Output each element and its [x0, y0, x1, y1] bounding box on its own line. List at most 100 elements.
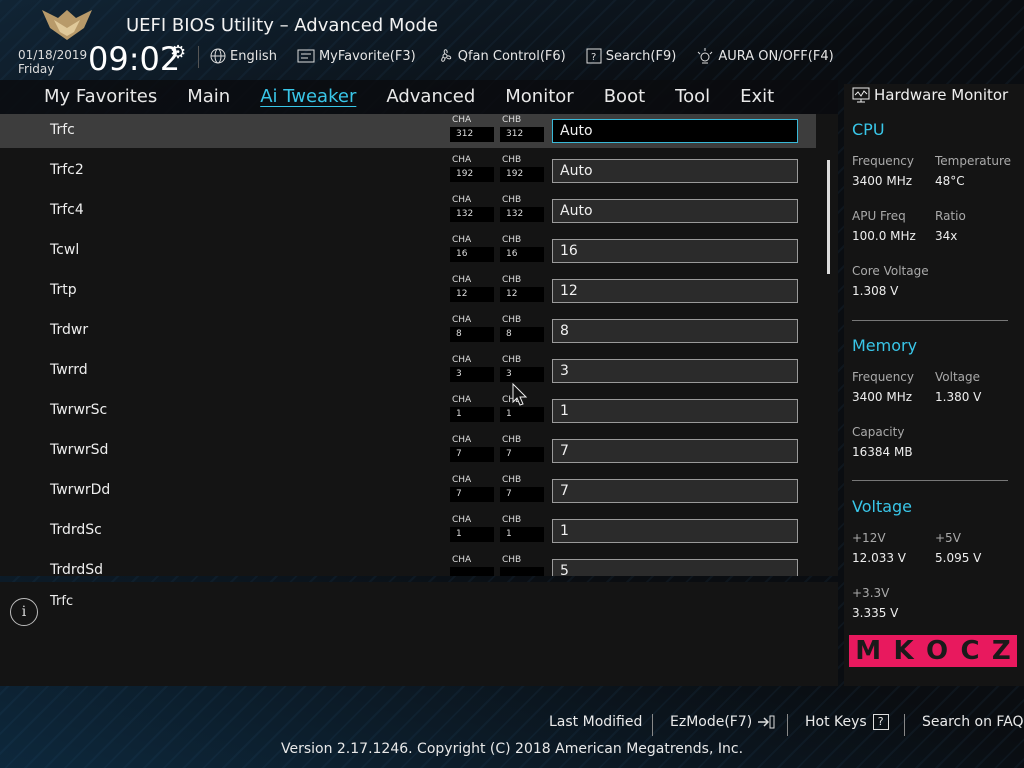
qfan-control-button[interactable]: Qfan Control(F6): [436, 46, 566, 66]
setting-value-field[interactable]: 7: [552, 479, 798, 503]
setting-value-field[interactable]: 5: [552, 559, 798, 576]
setting-row-trtp[interactable]: Trtp CHA 12 CHB 12 12: [0, 274, 816, 308]
setting-row-tcwl[interactable]: Tcwl CHA 16 CHB 16 16: [0, 234, 816, 268]
chb-label: CHB: [502, 155, 522, 165]
date-display: 01/18/2019 Friday: [18, 48, 87, 76]
brand-letter: C: [960, 636, 980, 666]
tab-my-favorites[interactable]: My Favorites: [44, 86, 157, 107]
setting-value-field[interactable]: Auto: [552, 119, 798, 143]
setting-value-field[interactable]: 1: [552, 399, 798, 423]
setting-value-field[interactable]: 12: [552, 279, 798, 303]
language-button[interactable]: English: [210, 46, 277, 66]
search-label: Search(F9): [605, 48, 677, 64]
chb-label: CHB: [502, 315, 522, 325]
setting-row-twrwrsc[interactable]: TwrwrSc CHA 1 CHB 1 1: [0, 394, 816, 428]
brand-letter: M: [855, 636, 882, 666]
cpu-frequency-value: 3400 MHz: [852, 174, 913, 188]
cha-label: CHA: [452, 275, 472, 285]
cha-label: CHA: [452, 515, 472, 525]
cha-readout: CHA 312: [450, 114, 494, 144]
cha-readout: CHA 7: [450, 474, 494, 504]
tab-advanced[interactable]: Advanced: [386, 86, 475, 107]
cha-readout: CHA 192: [450, 154, 494, 184]
brand-letter: Z: [991, 636, 1011, 666]
tab-monitor[interactable]: Monitor: [505, 86, 573, 107]
search-button[interactable]: ? Search(F9): [586, 46, 677, 66]
cha-label: CHA: [452, 435, 472, 445]
setting-row-trdrdsd[interactable]: TrdrdSd CHA CHB 5: [0, 554, 816, 576]
cha-value: 7: [450, 487, 494, 502]
setting-row-trfc4[interactable]: Trfc4 CHA 132 CHB 132 Auto: [0, 194, 816, 228]
setting-value-field[interactable]: 16: [552, 239, 798, 263]
setting-name: Trfc2: [50, 162, 84, 178]
tab-boot[interactable]: Boot: [604, 86, 645, 107]
setting-row-trfc[interactable]: Trfc CHA 312 CHB 312 Auto: [0, 114, 816, 148]
help-panel: i Trfc: [0, 582, 838, 686]
setting-value-field[interactable]: Auto: [552, 159, 798, 183]
cha-readout: CHA 1: [450, 394, 494, 424]
ratio-label: Ratio: [935, 209, 966, 223]
ezmode-button[interactable]: EzMode(F7): [670, 714, 776, 730]
v12-value: 12.033 V: [852, 551, 907, 565]
tab-tool[interactable]: Tool: [675, 86, 710, 107]
hot-keys-label: Hot Keys: [805, 714, 867, 730]
cha-value: 7: [450, 447, 494, 462]
setting-name: TwrwrSd: [50, 442, 109, 458]
cha-label: CHA: [452, 115, 472, 125]
aura-button[interactable]: AURA ON/OFF(F4): [696, 46, 834, 66]
setting-row-trfc2[interactable]: Trfc2 CHA 192 CHB 192 Auto: [0, 154, 816, 188]
setting-row-twrwrsd[interactable]: TwrwrSd CHA 7 CHB 7 7: [0, 434, 816, 468]
v33-label: +3.3V: [852, 586, 890, 600]
chb-value: 8: [500, 327, 544, 342]
tab-main[interactable]: Main: [187, 86, 230, 107]
search-faq-label: Search on FAQ: [922, 714, 1024, 730]
setting-value-field[interactable]: Auto: [552, 199, 798, 223]
cha-label: CHA: [452, 555, 472, 565]
memory-heading: Memory: [852, 336, 918, 355]
chb-value: 1: [500, 527, 544, 542]
chb-readout: CHB 12: [500, 274, 544, 304]
last-modified-button[interactable]: Last Modified: [549, 714, 642, 730]
cha-readout: CHA 7: [450, 434, 494, 464]
setting-value-field[interactable]: 1: [552, 519, 798, 543]
chb-value: 3: [500, 367, 544, 382]
chb-readout: CHB 3: [500, 354, 544, 384]
chb-value: 16: [500, 247, 544, 262]
menu-bar: My Favorites Main Ai Tweaker Advanced Monito…: [0, 80, 838, 114]
chb-label: CHB: [502, 435, 522, 445]
setting-row-trdrdsc[interactable]: TrdrdSc CHA 1 CHB 1 1: [0, 514, 816, 548]
memory-frequency-label: Frequency: [852, 370, 914, 384]
settings-list: Trfc CHA 312 CHB 312 Auto Trfc2 CHA 192 CHB 192 Aut…: [0, 114, 838, 576]
setting-row-trdwr[interactable]: Trdwr CHA 8 CHB 8 8: [0, 314, 816, 348]
myfavorite-button[interactable]: MyFavorite(F3): [297, 46, 416, 66]
qfan-label: Qfan Control(F6): [457, 48, 566, 64]
chb-label: CHB: [502, 355, 522, 365]
cpu-heading: CPU: [852, 120, 885, 139]
setting-value-field[interactable]: 3: [552, 359, 798, 383]
setting-value-field[interactable]: 8: [552, 319, 798, 343]
setting-row-twrwrdd[interactable]: TwrwrDd CHA 7 CHB 7 7: [0, 474, 816, 508]
chb-readout: CHB: [500, 554, 544, 576]
scrollbar[interactable]: [827, 160, 830, 274]
hot-keys-button[interactable]: Hot Keys ?: [805, 714, 889, 730]
exit-arrow-icon: [758, 715, 775, 729]
setting-value-field[interactable]: 7: [552, 439, 798, 463]
chb-value: 312: [500, 127, 544, 142]
gear-icon[interactable]: ⚙: [170, 42, 186, 63]
hardware-monitor-label: Hardware Monitor: [874, 86, 1009, 104]
chb-label: CHB: [502, 475, 522, 485]
setting-name: Tcwl: [50, 242, 80, 258]
footer-divider: [787, 714, 788, 736]
clock: 09:02: [88, 40, 181, 78]
chb-value: 7: [500, 487, 544, 502]
chb-label: CHB: [502, 555, 522, 565]
search-faq-button[interactable]: Search on FAQ: [922, 714, 1024, 730]
setting-name: Trfc4: [50, 202, 84, 218]
header-divider: [198, 46, 199, 68]
language-label: English: [230, 48, 277, 64]
cha-value: 16: [450, 247, 494, 262]
tab-ai-tweaker[interactable]: Ai Tweaker: [260, 86, 356, 107]
help-key-icon: ?: [872, 714, 889, 730]
setting-row-twrrd[interactable]: Twrrd CHA 3 CHB 3 3: [0, 354, 816, 388]
tab-exit[interactable]: Exit: [740, 86, 774, 107]
